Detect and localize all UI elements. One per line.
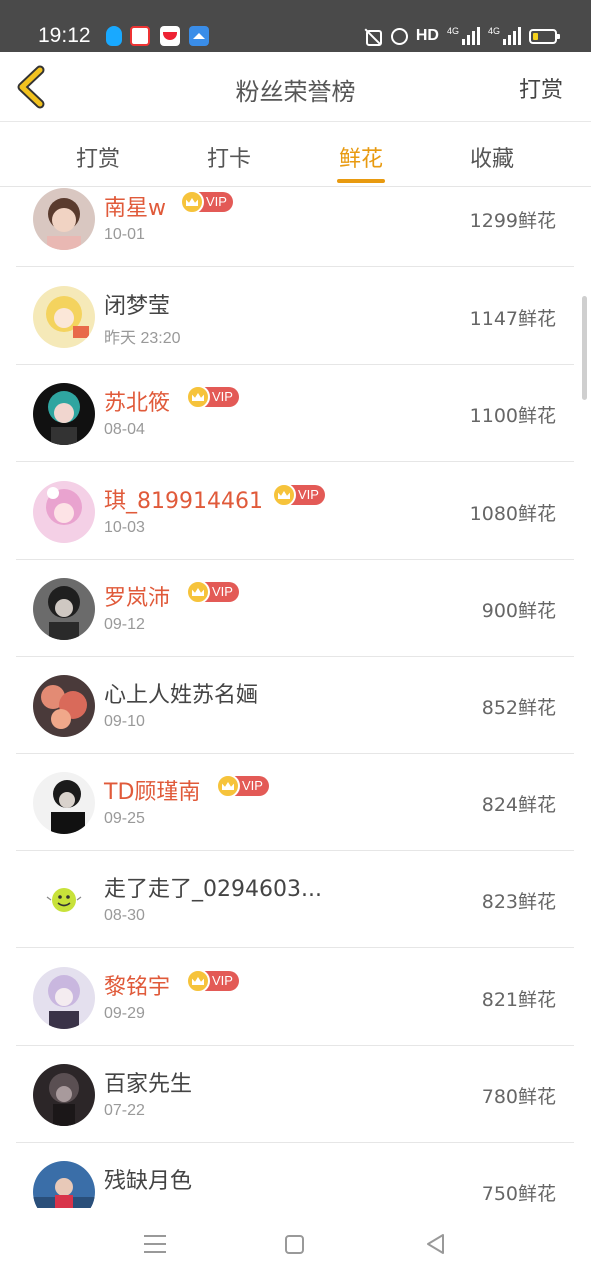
avatar[interactable] (33, 675, 95, 737)
tab-checkin[interactable]: 打卡 (189, 141, 269, 173)
alarm-icon (390, 27, 408, 45)
flower-amount: 824鲜花 (481, 794, 556, 816)
fan-date: 08-04 (104, 421, 145, 438)
flower-amount: 1080鲜花 (469, 503, 556, 525)
flower-amount: 780鲜花 (481, 1086, 556, 1108)
active-tab-indicator (337, 179, 385, 183)
fan-date: 09-10 (104, 713, 145, 730)
status-icons: HD 4G 4G (363, 24, 560, 48)
signal-icon: 4G (447, 27, 480, 45)
list-item[interactable]: 闭梦莹 昨天 23:20 1147鲜花 (16, 268, 574, 365)
fan-name: TD顾瑾南 (104, 780, 201, 805)
list-item[interactable]: 心上人姓苏名婳 09-10 852鲜花 (16, 657, 574, 754)
list-item[interactable]: 黎铭宇 VIP 09-29 821鲜花 (16, 949, 574, 1046)
hd-icon: HD (415, 27, 439, 44)
vip-badge: VIP (272, 483, 325, 507)
avatar[interactable] (33, 967, 95, 1029)
flower-amount: 1147鲜花 (469, 308, 556, 330)
status-bar: 19:12 HD 4G 4G (0, 0, 591, 52)
fan-list[interactable]: 南星w VIP 10-01 1299鲜花 闭梦莹 昨天 23:20 1147鲜花… (0, 188, 591, 1208)
tab-favorites[interactable]: 收藏 (452, 141, 532, 173)
fan-name: 心上人姓苏名婳 (104, 683, 259, 708)
avatar[interactable] (33, 188, 95, 250)
fan-date: 09-29 (104, 1005, 145, 1022)
back-triangle-icon[interactable] (424, 1232, 446, 1256)
fan-date: 09-12 (104, 616, 145, 633)
fan-date: 10-01 (104, 226, 145, 243)
crown-icon (216, 774, 240, 798)
fan-date: 08-30 (104, 907, 145, 924)
flower-amount: 823鲜花 (481, 891, 556, 913)
fan-date: 10-03 (104, 519, 145, 536)
page-title: 粉丝荣誉榜 (235, 78, 356, 106)
status-time: 19:12 (38, 24, 91, 47)
vip-badge: VIP (216, 774, 269, 798)
app-notification-icon (189, 26, 209, 46)
avatar[interactable] (33, 481, 95, 543)
crown-icon (180, 190, 204, 214)
tab-flowers[interactable]: 鲜花 (321, 141, 401, 173)
fan-name: 走了走了_0294603... (104, 877, 322, 902)
flower-amount: 852鲜花 (481, 697, 556, 719)
home-icon[interactable] (285, 1235, 304, 1254)
crown-icon (186, 969, 210, 993)
list-item[interactable]: 琪_819914461 VIP 10-03 1080鲜花 (16, 463, 574, 560)
mute-icon (363, 28, 383, 46)
list-item[interactable]: 罗岚沛 VIP 09-12 900鲜花 (16, 560, 574, 657)
watermelon-notification-icon (160, 26, 180, 46)
flower-amount: 900鲜花 (481, 600, 556, 622)
fan-name: 琪_819914461 (104, 489, 263, 514)
crown-icon (186, 385, 210, 409)
reward-button[interactable]: 打赏 (519, 72, 563, 104)
system-nav-bar (0, 1208, 591, 1280)
list-item[interactable]: 走了走了_0294603... 08-30 823鲜花 (16, 851, 574, 948)
flower-amount: 821鲜花 (481, 989, 556, 1011)
crown-icon (272, 483, 296, 507)
crown-icon (186, 580, 210, 604)
tab-bar: 打赏 打卡 鲜花 收藏 (0, 123, 591, 187)
fan-date: 09-25 (104, 810, 145, 827)
fan-name: 苏北筱 (104, 391, 171, 416)
vip-badge: VIP (186, 969, 239, 993)
list-item[interactable]: TD顾瑾南 VIP 09-25 824鲜花 (16, 754, 574, 851)
fan-name: 罗岚沛 (104, 586, 171, 611)
vip-badge: VIP (180, 190, 233, 214)
flower-amount: 750鲜花 (481, 1183, 556, 1205)
flower-amount: 1100鲜花 (469, 405, 556, 427)
vip-badge: VIP (186, 385, 239, 409)
fan-name: 残缺月色 (104, 1169, 193, 1194)
avatar[interactable] (33, 1064, 95, 1126)
fan-name: 南星w (104, 196, 166, 221)
app-notification-icon (130, 26, 150, 46)
tab-reward[interactable]: 打赏 (58, 141, 138, 173)
avatar[interactable] (33, 383, 95, 445)
avatar[interactable] (33, 869, 95, 931)
fan-date: 昨天 23:20 (104, 330, 181, 347)
avatar[interactable] (33, 1161, 95, 1208)
menu-icon[interactable] (144, 1235, 166, 1253)
fan-name: 百家先生 (104, 1072, 193, 1097)
qq-notification-icon (104, 26, 124, 46)
avatar[interactable] (33, 772, 95, 834)
list-item[interactable]: 残缺月色 750鲜花 (16, 1143, 574, 1208)
list-item[interactable]: 苏北筱 VIP 08-04 1100鲜花 (16, 365, 574, 462)
fan-name: 闭梦莹 (104, 294, 171, 319)
battery-icon (529, 28, 560, 44)
list-item[interactable]: 南星w VIP 10-01 1299鲜花 (16, 188, 574, 267)
avatar[interactable] (33, 286, 95, 348)
scrollbar[interactable] (582, 296, 587, 400)
fan-name: 黎铭宇 (104, 975, 171, 1000)
list-item[interactable]: 百家先生 07-22 780鲜花 (16, 1046, 574, 1143)
fan-date: 07-22 (104, 1102, 145, 1119)
nav-bar: 粉丝荣誉榜 打赏 (0, 52, 591, 122)
vip-badge: VIP (186, 580, 239, 604)
signal-icon: 4G (488, 27, 521, 45)
flower-amount: 1299鲜花 (469, 210, 556, 232)
avatar[interactable] (33, 578, 95, 640)
